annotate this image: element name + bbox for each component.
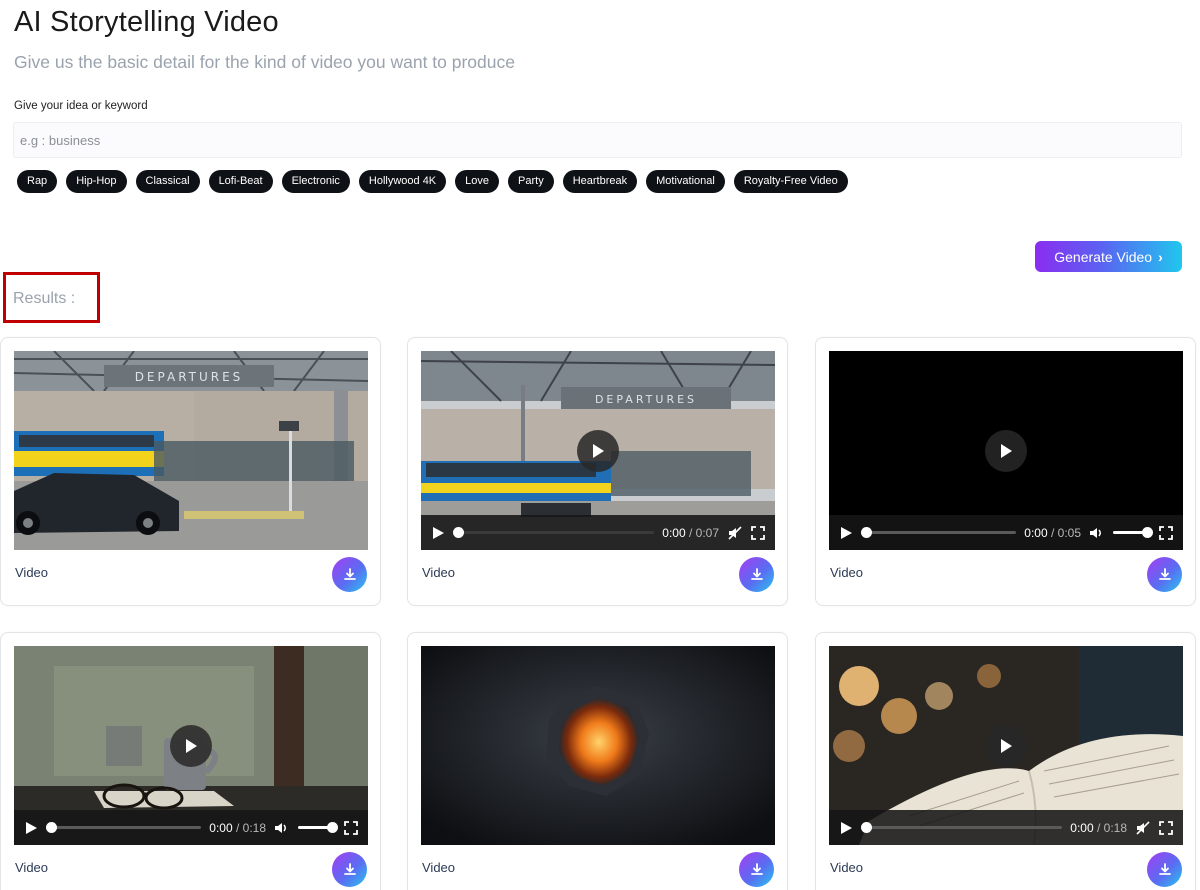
- play-icon[interactable]: [839, 526, 853, 540]
- generate-video-label: Generate Video: [1054, 248, 1153, 265]
- volume-icon[interactable]: [274, 820, 290, 836]
- chip-rap[interactable]: Rap: [17, 170, 58, 193]
- download-icon: [1158, 862, 1171, 875]
- chip-motivational[interactable]: Motivational: [646, 170, 725, 193]
- genre-chips: Rap Hip-Hop Classical Lofi-Beat Electron…: [17, 170, 848, 193]
- chevron-right-icon: ›: [1158, 248, 1163, 265]
- play-overlay-button[interactable]: [577, 429, 619, 472]
- chip-heartbreak[interactable]: Heartbreak: [562, 170, 638, 193]
- progress-bar[interactable]: [861, 527, 1017, 538]
- video-player[interactable]: 0:00 / 0:05: [829, 351, 1183, 550]
- download-button[interactable]: [1147, 557, 1182, 592]
- idea-label: Give your idea or keyword: [14, 100, 148, 112]
- video-player[interactable]: 0:00 / 0:18: [14, 646, 368, 845]
- progress-bar[interactable]: [46, 822, 202, 833]
- video-player[interactable]: DEPARTURES: [14, 351, 368, 550]
- time-display: 0:00 / 0:07: [662, 525, 719, 540]
- play-icon: [1001, 443, 1012, 458]
- play-icon: [186, 738, 197, 753]
- volume-icon[interactable]: [1089, 525, 1105, 541]
- download-icon: [1158, 567, 1171, 580]
- volume-slider[interactable]: [298, 822, 338, 833]
- chip-royalty-free-video[interactable]: Royalty-Free Video: [733, 170, 848, 193]
- play-overlay-button[interactable]: [170, 724, 212, 767]
- svg-text:DEPARTURES: DEPARTURES: [595, 393, 697, 406]
- download-button[interactable]: [739, 852, 774, 887]
- volume-slider[interactable]: [1113, 527, 1153, 538]
- results-title: Results :: [13, 290, 76, 307]
- muted-icon[interactable]: [727, 525, 743, 541]
- video-label: Video: [15, 860, 49, 875]
- muted-icon[interactable]: [1135, 820, 1151, 836]
- download-button[interactable]: [332, 557, 367, 592]
- video-controls: 0:00 / 0:18: [14, 810, 368, 845]
- video-player[interactable]: 0:00 / 0:18: [829, 646, 1183, 845]
- chip-electronic[interactable]: Electronic: [281, 170, 350, 193]
- video-controls: 0:00 / 0:05: [829, 515, 1183, 550]
- chip-hollywood-4k[interactable]: Hollywood 4K: [358, 170, 447, 193]
- generate-video-button[interactable]: Generate Video ›: [1035, 241, 1182, 272]
- download-icon: [750, 862, 763, 875]
- video-thumbnail-airport: DEPARTURES: [14, 351, 368, 550]
- time-display: 0:00 / 0:18: [209, 820, 266, 835]
- download-button[interactable]: [1147, 852, 1182, 887]
- page-title: AI Storytelling Video: [14, 6, 279, 38]
- video-controls: 0:00 / 0:07: [421, 515, 775, 550]
- play-icon[interactable]: [24, 821, 38, 835]
- play-icon: [593, 443, 604, 458]
- download-button[interactable]: [332, 852, 367, 887]
- download-button[interactable]: [739, 557, 774, 592]
- video-player[interactable]: [421, 646, 775, 845]
- video-card: Video: [407, 632, 788, 890]
- play-overlay-button[interactable]: [985, 724, 1027, 767]
- time-display: 0:00 / 0:05: [1024, 525, 1081, 540]
- chip-love[interactable]: Love: [455, 170, 500, 193]
- video-label: Video: [830, 860, 864, 875]
- progress-bar[interactable]: [861, 822, 1063, 833]
- video-label: Video: [15, 565, 49, 580]
- video-label: Video: [830, 565, 864, 580]
- fullscreen-icon[interactable]: [344, 820, 358, 835]
- fullscreen-icon[interactable]: [751, 525, 765, 540]
- video-label: Video: [422, 860, 456, 875]
- video-thumbnail-fire-rock: [421, 646, 775, 845]
- chip-classical[interactable]: Classical: [135, 170, 200, 193]
- page-subtitle: Give us the basic detail for the kind of…: [14, 52, 515, 72]
- play-icon[interactable]: [431, 526, 445, 540]
- play-icon[interactable]: [839, 821, 853, 835]
- chip-party[interactable]: Party: [508, 170, 554, 193]
- video-card: DEPARTURES Video: [0, 337, 381, 606]
- progress-bar[interactable]: [453, 527, 655, 538]
- video-card: 0:00 / 0:18 Video: [0, 632, 381, 890]
- idea-input[interactable]: [13, 122, 1182, 158]
- download-icon: [343, 862, 356, 875]
- video-card: DEPARTURES 0:00 / 0:07 Video: [407, 337, 788, 606]
- svg-text:DEPARTURES: DEPARTURES: [135, 370, 244, 384]
- video-controls: 0:00 / 0:18: [829, 810, 1183, 845]
- time-display: 0:00 / 0:18: [1070, 820, 1127, 835]
- fullscreen-icon[interactable]: [1159, 525, 1173, 540]
- chip-lofi-beat[interactable]: Lofi-Beat: [208, 170, 273, 193]
- chip-hip-hop[interactable]: Hip-Hop: [66, 170, 127, 193]
- video-card: 0:00 / 0:05 Video: [815, 337, 1196, 606]
- video-card: 0:00 / 0:18 Video: [815, 632, 1196, 890]
- download-icon: [343, 567, 356, 580]
- page-header: AI Storytelling Video: [14, 6, 279, 39]
- fullscreen-icon[interactable]: [1159, 820, 1173, 835]
- download-icon: [750, 567, 763, 580]
- video-label: Video: [422, 565, 456, 580]
- play-overlay-button[interactable]: [985, 429, 1027, 472]
- play-icon: [1001, 738, 1012, 753]
- video-player[interactable]: DEPARTURES 0:00 / 0:07: [421, 351, 775, 550]
